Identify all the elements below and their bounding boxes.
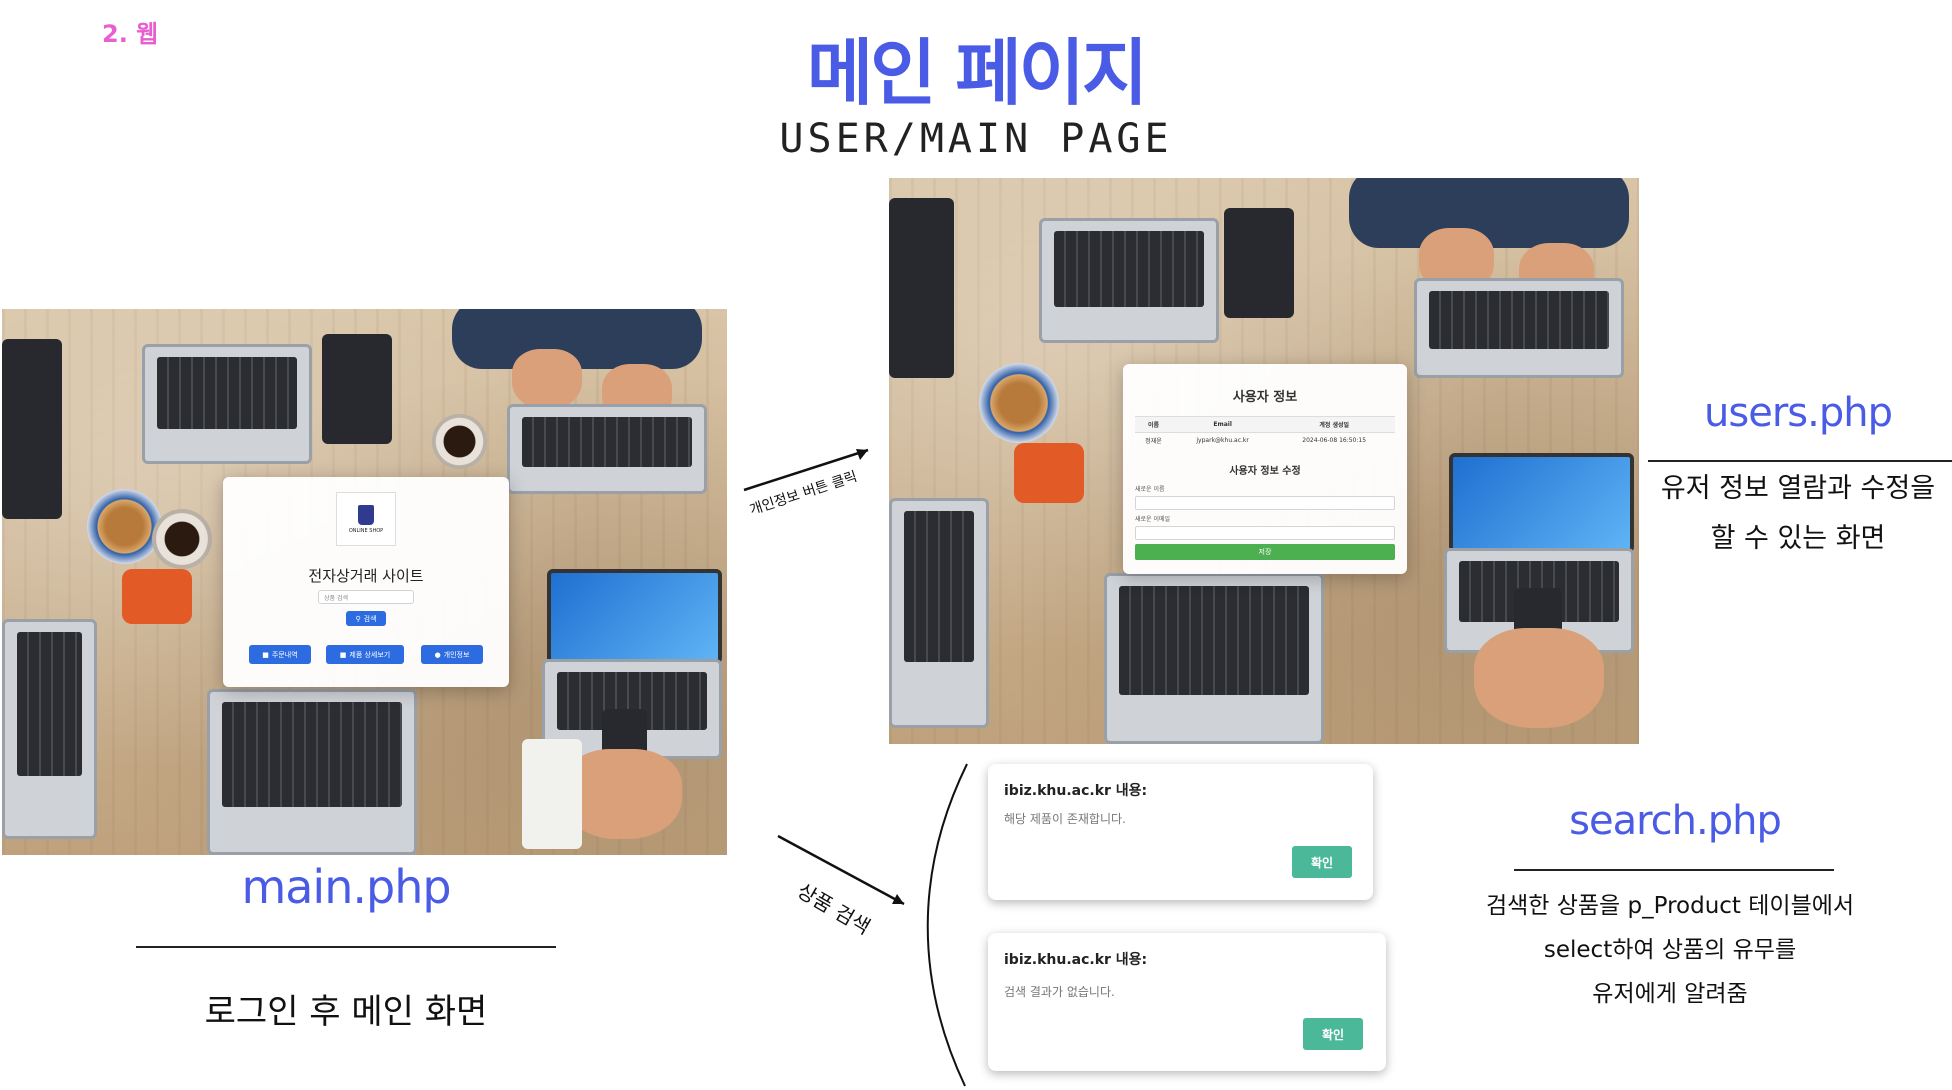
- laptop-decoration: [1104, 573, 1324, 744]
- new-name-field[interactable]: [1135, 496, 1395, 510]
- page-title: 메인 페이지: [806, 31, 1148, 115]
- user-info-card: 사용자 정보 이름 Email 계정 생성일 정재윤 jypark@khu.ac…: [1123, 364, 1407, 574]
- user-info-title: 사용자 정보: [1232, 390, 1298, 405]
- header-email: Email: [1171, 416, 1274, 433]
- bag-icon: [358, 504, 374, 525]
- product-detail-button[interactable]: ■ 제품 상세보기: [326, 645, 404, 664]
- cup-decoration: [432, 414, 487, 469]
- new-email-label: 새로운 이메일: [1135, 516, 1171, 523]
- main-screenshot: ONLINE SHOP 전자상거래 사이트 상품 검색 ⚲ 검색 ■ 주문내역 …: [2, 309, 727, 855]
- laptop-screen-decoration: [1449, 453, 1634, 553]
- main-card: ONLINE SHOP 전자상거래 사이트 상품 검색 ⚲ 검색 ■ 주문내역 …: [223, 477, 509, 687]
- laptop-decoration: [207, 689, 417, 855]
- search-description-line-2: select하여 상품의 유무를: [1543, 937, 1797, 963]
- header-name: 이름: [1135, 416, 1172, 433]
- laptop-decoration: [1414, 278, 1624, 378]
- bag-icon: ■: [339, 650, 347, 659]
- laptop-screen-decoration: [547, 569, 722, 664]
- cart-icon: ■: [262, 650, 269, 659]
- alert-title: ibiz.khu.ac.kr 내용:: [1004, 952, 1148, 968]
- order-history-label: 주문내역: [271, 650, 298, 659]
- alert-title: ibiz.khu.ac.kr 내용:: [1004, 783, 1148, 799]
- users-screenshot: 사용자 정보 이름 Email 계정 생성일 정재윤 jypark@khu.ac…: [889, 178, 1639, 744]
- search-placeholder: 상품 검색: [324, 594, 348, 602]
- main-file-label: main.php: [241, 860, 451, 914]
- confirm-button[interactable]: 확인: [1303, 1018, 1363, 1050]
- shop-logo: ONLINE SHOP: [336, 492, 396, 546]
- product-detail-label: 제품 상세보기: [349, 650, 391, 659]
- notebook-decoration: [1224, 208, 1294, 318]
- search-divider: [1514, 869, 1834, 871]
- user-edit-title: 사용자 정보 수정: [1229, 466, 1301, 477]
- logo-text: ONLINE SHOP: [348, 527, 384, 534]
- user-icon: ●: [434, 650, 441, 659]
- personal-info-button[interactable]: ● 개인정보: [421, 645, 483, 664]
- bowl-decoration: [87, 489, 162, 564]
- personal-info-label: 개인정보: [443, 650, 470, 659]
- users-description-line-2: 할 수 있는 화면: [1710, 523, 1886, 554]
- confirm-button[interactable]: 확인: [1292, 846, 1352, 878]
- users-file-label: users.php: [1704, 390, 1893, 436]
- users-description-line-1: 유저 정보 열람과 수정을: [1660, 473, 1936, 504]
- new-name-label: 새로운 이름: [1135, 486, 1165, 493]
- hard-drive-decoration: [1014, 443, 1084, 503]
- cup-decoration: [152, 509, 212, 569]
- laptop-decoration: [507, 404, 707, 494]
- notebook-decoration: [2, 339, 62, 519]
- table-row: 정재윤 jypark@khu.ac.kr 2024-06-08 16:50:15: [1135, 432, 1395, 448]
- cell-name: 정재윤: [1135, 432, 1172, 448]
- paper-decoration: [522, 739, 582, 849]
- search-button-label: 검색: [363, 614, 377, 623]
- search-icon: ⚲: [355, 614, 361, 623]
- new-email-field[interactable]: [1135, 526, 1395, 540]
- notebook-decoration: [322, 334, 392, 444]
- search-file-label: search.php: [1569, 798, 1782, 844]
- page-subtitle: USER/MAIN PAGE: [779, 116, 1173, 162]
- cell-email: jypark@khu.ac.kr: [1171, 432, 1274, 448]
- laptop-decoration: [2, 619, 97, 839]
- search-description-line-3: 유저에게 알려줌: [1592, 981, 1748, 1007]
- user-info-table: 이름 Email 계정 생성일 정재윤 jypark@khu.ac.kr 202…: [1135, 416, 1395, 448]
- search-description-line-1: 검색한 상품을 p_Product 테이블에서: [1485, 893, 1855, 919]
- laptop-decoration: [1039, 218, 1219, 343]
- laptop-decoration: [142, 344, 312, 464]
- alert-message: 해당 제품이 존재합니다.: [1004, 812, 1126, 826]
- main-description: 로그인 후 메인 화면: [204, 992, 488, 1032]
- search-button[interactable]: ⚲ 검색: [346, 611, 386, 626]
- table-header-row: 이름 Email 계정 생성일: [1135, 416, 1395, 433]
- alert-message: 검색 결과가 없습니다.: [1004, 985, 1115, 999]
- hand-decoration: [1474, 628, 1604, 728]
- main-divider: [136, 946, 556, 948]
- sleeve-decoration: [1349, 178, 1629, 248]
- alert-no-results: ibiz.khu.ac.kr 내용: 검색 결과가 없습니다. 확인: [988, 933, 1386, 1071]
- bracket-curve: [926, 763, 968, 1087]
- hand-decoration: [512, 349, 582, 409]
- laptop-decoration: [889, 498, 989, 728]
- search-input[interactable]: 상품 검색: [318, 590, 414, 604]
- users-divider: [1648, 460, 1952, 462]
- save-button[interactable]: 저장: [1135, 544, 1395, 560]
- order-history-button[interactable]: ■ 주문내역: [249, 645, 311, 664]
- hard-drive-decoration: [122, 569, 192, 624]
- cell-created: 2024-06-08 16:50:15: [1273, 432, 1395, 448]
- header-created: 계정 생성일: [1273, 416, 1395, 433]
- site-title: 전자상거래 사이트: [308, 567, 424, 585]
- alert-product-exists: ibiz.khu.ac.kr 내용: 해당 제품이 존재합니다. 확인: [988, 764, 1373, 900]
- bowl-decoration: [979, 363, 1059, 443]
- notebook-decoration: [889, 198, 954, 378]
